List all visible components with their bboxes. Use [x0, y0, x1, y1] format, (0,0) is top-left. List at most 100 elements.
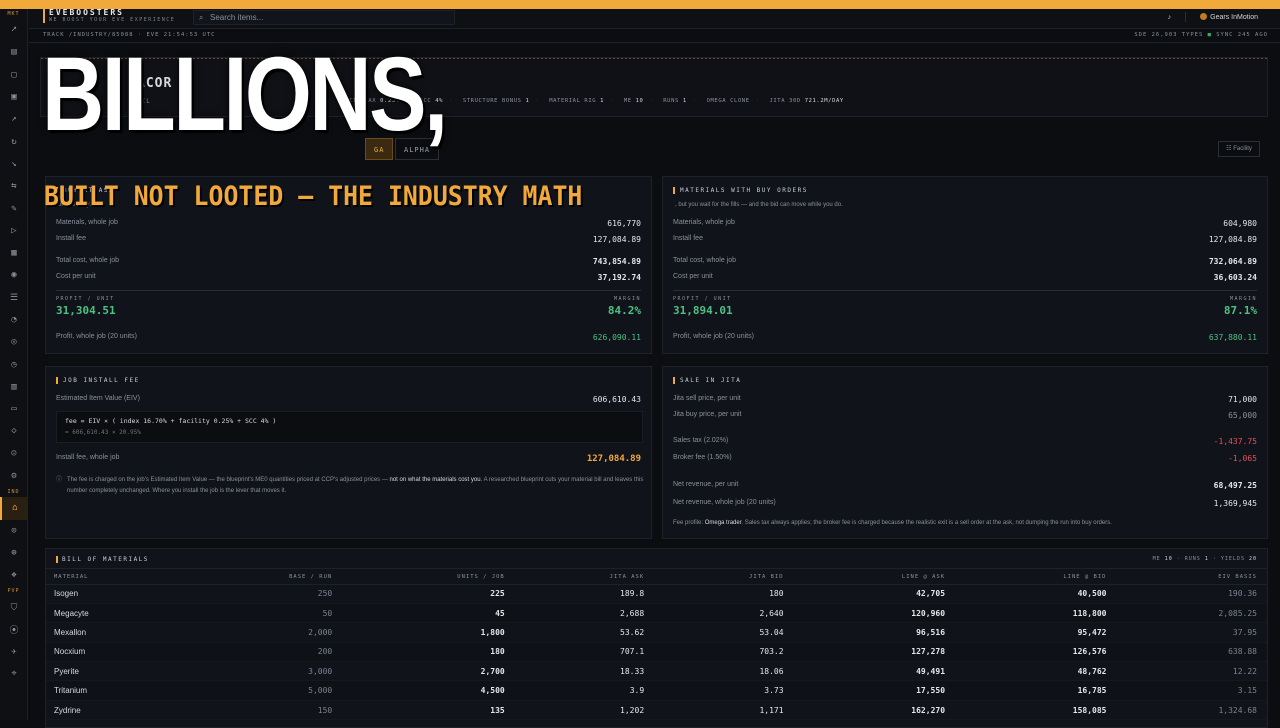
trend-up-icon[interactable]: ↗: [0, 108, 28, 130]
table-cell: 127,278: [793, 642, 956, 663]
send-icon[interactable]: ▷: [0, 220, 28, 242]
cost-card-buy-orders: MATERIALS WITH BUY ORDERS , but you wait…: [662, 176, 1268, 354]
overlay-title: BILLIONS,: [42, 36, 448, 153]
refresh-icon[interactable]: ↻: [0, 130, 28, 152]
table-row[interactable]: Tritanium 5,000 4,500 3.9 3.73 17,550 16,785 3.…: [46, 680, 1267, 701]
table-cell: 1,171: [654, 700, 794, 721]
column-header[interactable]: JITA BID: [654, 570, 794, 585]
globe-icon[interactable]: ⊕: [0, 542, 28, 564]
table-cell: 18.33: [514, 661, 655, 682]
column-header[interactable]: LINE @ BID: [955, 570, 1117, 585]
trend-down-icon[interactable]: ↘: [0, 153, 28, 175]
meta-label: ME: [1152, 556, 1161, 562]
row-value: -1,065: [1228, 454, 1257, 463]
radar-icon[interactable]: ⦿: [0, 619, 28, 641]
row-value: 637,880.11: [1208, 333, 1257, 342]
profit-value: 31,894.01: [673, 304, 733, 317]
table-cell: 180: [342, 642, 515, 663]
row-label: Profit, whole job (20 units): [673, 333, 754, 340]
table-row[interactable]: Mexallon 2,000 1,800 53.62 53.04 96,516 95,472…: [46, 622, 1267, 643]
document-icon[interactable]: ▣: [0, 86, 28, 108]
video-icon[interactable]: ▭: [0, 398, 28, 420]
table-header-row: MATERIAL BASE / RUN UNITS / JOB JITA ASK…: [46, 570, 1267, 585]
stat-value: 1: [525, 98, 530, 104]
bell-icon[interactable]: ♪: [1168, 14, 1172, 21]
apps-icon[interactable]: ▦: [0, 242, 28, 264]
row-label: Profit, whole job (20 units): [56, 333, 137, 340]
install-row: Install fee 127,084.89: [673, 235, 1257, 247]
table-row[interactable]: Isogen 250 225 189.8 180 42,705 40,500 190.36: [46, 584, 1267, 604]
table-cell: 49,491: [793, 661, 956, 682]
table-row[interactable]: Megacyte 50 45 2,688 2,640 120,960 118,800 2,08…: [46, 603, 1267, 624]
fee-profile-note: Fee profile: Omega trader. Sales tax alw…: [673, 520, 1257, 532]
row-label: Net revenue, per unit: [673, 481, 739, 488]
column-header[interactable]: JITA ASK: [514, 570, 655, 585]
net-revenue-job-row: Net revenue, whole job (20 units) 1,369,9…: [673, 499, 1257, 511]
tool-icon[interactable]: ✎: [0, 197, 28, 219]
notes-icon[interactable]: ▥: [0, 376, 28, 398]
factory-icon[interactable]: ⌂: [0, 497, 28, 520]
table-cell: 225: [342, 584, 515, 604]
column-header[interactable]: LINE @ ASK: [793, 570, 956, 585]
brand-logo[interactable]: EVEBOOSTERS WE BOOST YOUR EVE EXPERIENCE: [43, 8, 175, 23]
profit-label: PROFIT / UNIT: [673, 296, 732, 302]
table-cell: 2,700: [342, 661, 515, 682]
rail-section-mkt: MKT: [7, 11, 20, 17]
total-row: Total cost, whole job 743,854.89: [56, 257, 641, 269]
rocket-icon[interactable]: ➚: [0, 19, 28, 41]
table-cell: 2,000: [180, 622, 343, 643]
meta-value: 20: [1248, 556, 1257, 562]
table-cell: Tritanium: [46, 680, 181, 701]
install-row: Install fee 127,084.89: [56, 235, 641, 247]
row-value: 1,369,945: [1213, 499, 1257, 508]
ship-icon[interactable]: ✈: [0, 641, 28, 663]
table-cell: 703.2: [654, 642, 794, 663]
row-label: Materials, whole job: [673, 219, 735, 226]
sell-price-row: Jita sell price, per unit 71,000: [673, 395, 1257, 407]
column-header[interactable]: UNITS / JOB: [342, 570, 515, 585]
gauge-icon[interactable]: ◔: [0, 309, 28, 331]
table-row[interactable]: Zydrine 150 135 1,202 1,171 162,270 158,085 1,3…: [46, 700, 1267, 721]
eye-icon[interactable]: ◉: [0, 264, 28, 286]
facility-button[interactable]: ☷ Facility: [1218, 141, 1260, 157]
table-cell: 150: [180, 700, 343, 721]
pin-icon[interactable]: ⊙: [0, 520, 28, 542]
column-header[interactable]: BASE / RUN: [180, 570, 343, 585]
table-cell: 3.73: [654, 680, 794, 701]
stat-value: 721.2M/DAY: [804, 98, 844, 104]
crosshair-icon[interactable]: ⌖: [0, 663, 28, 685]
clipboard-icon[interactable]: ▢: [0, 64, 28, 86]
table-cell: 48,762: [955, 661, 1117, 682]
table-cell: 45: [342, 603, 515, 624]
row-label: Cost per unit: [673, 273, 713, 280]
bom-header: BILL OF MATERIALS ME 10 · RUNS 1 · YIELD…: [46, 549, 1267, 569]
table-cell: 53.62: [514, 622, 655, 643]
row-value: 37,192.74: [597, 273, 641, 282]
rail-section-pvp: PVP: [7, 588, 20, 595]
timer-icon[interactable]: ◷: [0, 353, 28, 375]
column-header[interactable]: EIV BASIS: [1116, 570, 1267, 585]
gear-icon[interactable]: ⚙: [0, 465, 28, 487]
target-icon[interactable]: ◎: [0, 331, 28, 353]
table-cell: 135: [342, 700, 515, 721]
shield-icon[interactable]: ⛉: [0, 596, 28, 618]
search-input[interactable]: ⌕ Search items...: [193, 10, 455, 25]
materials-row: Materials, whole job 604,980: [673, 219, 1257, 231]
cost-per-unit-row: Cost per unit 36,603.24: [673, 273, 1257, 285]
column-header[interactable]: MATERIAL: [46, 570, 181, 585]
table-cell: Pyerite: [46, 661, 181, 682]
table-cell: 5,000: [180, 680, 343, 701]
swap-icon[interactable]: ⇆: [0, 175, 28, 197]
row-label: Install fee, whole job: [56, 454, 120, 461]
table-cell: 40,500: [955, 584, 1117, 604]
table-row[interactable]: Nocxium 200 180 707.1 703.2 127,278 126,576 638…: [46, 642, 1267, 663]
diamond-icon[interactable]: ◇: [0, 420, 28, 442]
user-icon[interactable]: ☺: [0, 443, 28, 465]
cubes-icon[interactable]: ❖: [0, 564, 28, 586]
facility-label: Facility: [1233, 146, 1252, 152]
list-icon[interactable]: ☰: [0, 287, 28, 309]
grid-icon[interactable]: ▤: [0, 41, 28, 63]
rail-section-ind: IND: [7, 489, 20, 496]
user-menu[interactable]: Gears InMotion: [1200, 13, 1258, 21]
table-row[interactable]: Pyerite 3,000 2,700 18.33 18.06 49,491 48,762 1…: [46, 661, 1267, 682]
